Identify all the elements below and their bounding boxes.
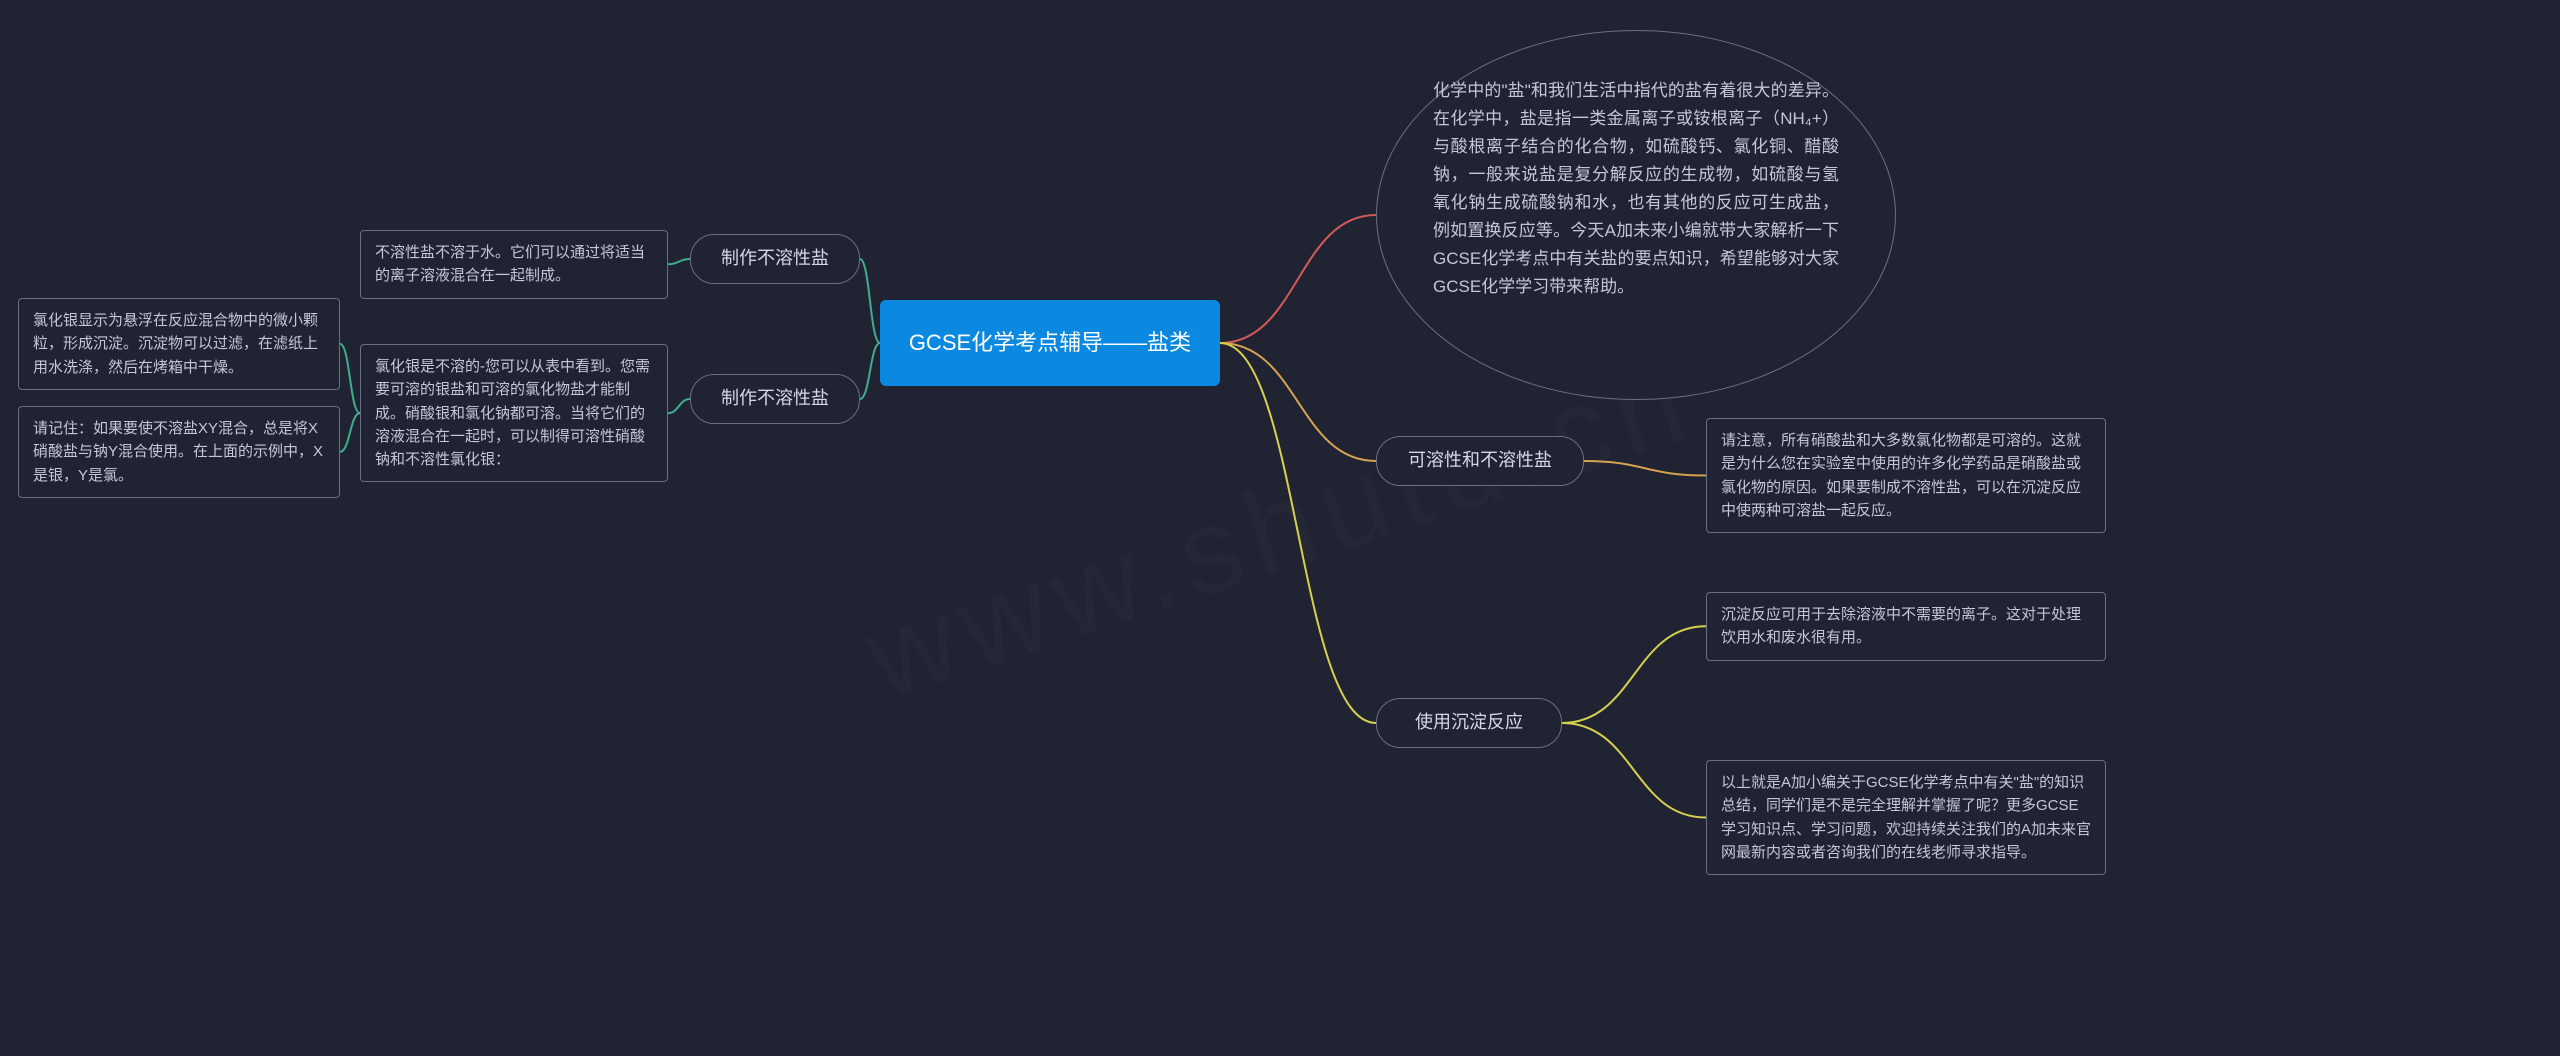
branch-soluble[interactable]: 可溶性和不溶性盐	[1376, 436, 1584, 486]
connectors-svg	[0, 0, 2560, 1056]
leaf-insoluble2-sub1-text: 氯化银显示为悬浮在反应混合物中的微小颗粒，形成沉淀。沉淀物可以过滤，在滤纸上用水…	[33, 312, 318, 376]
leaf-insoluble1-note[interactable]: 不溶性盐不溶于水。它们可以通过将适当的离子溶液混合在一起制成。	[360, 230, 668, 299]
leaf-soluble-note[interactable]: 请注意，所有硝酸盐和大多数氯化物都是可溶的。这就是为什么您在实验室中使用的许多化…	[1706, 418, 2106, 533]
leaf-precip-note2[interactable]: 以上就是A加小编关于GCSE化学考点中有关"盐"的知识总结，同学们是不是完全理解…	[1706, 760, 2106, 875]
branch-precip-label: 使用沉淀反应	[1415, 712, 1523, 732]
branch-insoluble-2-label: 制作不溶性盐	[721, 388, 829, 408]
intro-text: 化学中的"盐"和我们生活中指代的盐有着很大的差异。在化学中，盐是指一类金属离子或…	[1433, 81, 1839, 296]
root-title: GCSE化学考点辅导——盐类	[909, 326, 1191, 360]
leaf-insoluble2-sub2[interactable]: 请记住：如果要使不溶盐XY混合，总是将X硝酸盐与钠Y混合使用。在上面的示例中，X…	[18, 406, 340, 498]
branch-soluble-label: 可溶性和不溶性盐	[1408, 450, 1552, 470]
leaf-precip-note1[interactable]: 沉淀反应可用于去除溶液中不需要的离子。这对于处理饮用水和废水很有用。	[1706, 592, 2106, 661]
intro-bubble[interactable]: 化学中的"盐"和我们生活中指代的盐有着很大的差异。在化学中，盐是指一类金属离子或…	[1376, 30, 1896, 400]
leaf-insoluble2-sub1[interactable]: 氯化银显示为悬浮在反应混合物中的微小颗粒，形成沉淀。沉淀物可以过滤，在滤纸上用水…	[18, 298, 340, 390]
leaf-precip-note1-text: 沉淀反应可用于去除溶液中不需要的离子。这对于处理饮用水和废水很有用。	[1721, 606, 2081, 646]
branch-precip[interactable]: 使用沉淀反应	[1376, 698, 1562, 748]
root-node[interactable]: GCSE化学考点辅导——盐类	[880, 300, 1220, 386]
branch-insoluble-1-label: 制作不溶性盐	[721, 248, 829, 268]
leaf-precip-note2-text: 以上就是A加小编关于GCSE化学考点中有关"盐"的知识总结，同学们是不是完全理解…	[1721, 774, 2091, 861]
connectors-left-subs	[0, 0, 2560, 1056]
leaf-insoluble1-note-text: 不溶性盐不溶于水。它们可以通过将适当的离子溶液混合在一起制成。	[375, 244, 645, 284]
branch-insoluble-1[interactable]: 制作不溶性盐	[690, 234, 860, 284]
mindmap-canvas: www.shutu.cn GCSE化学考点辅导——盐类 化学中的"盐"和我们生活…	[0, 0, 2560, 1056]
branch-insoluble-2[interactable]: 制作不溶性盐	[690, 374, 860, 424]
leaf-insoluble2-sub2-text: 请记住：如果要使不溶盐XY混合，总是将X硝酸盐与钠Y混合使用。在上面的示例中，X…	[33, 420, 323, 484]
leaf-insoluble2-note-text: 氯化银是不溶的-您可以从表中看到。您需要可溶的银盐和可溶的氯化物盐才能制成。硝酸…	[375, 358, 650, 468]
leaf-insoluble2-note[interactable]: 氯化银是不溶的-您可以从表中看到。您需要可溶的银盐和可溶的氯化物盐才能制成。硝酸…	[360, 344, 668, 482]
leaf-soluble-note-text: 请注意，所有硝酸盐和大多数氯化物都是可溶的。这就是为什么您在实验室中使用的许多化…	[1721, 432, 2081, 519]
